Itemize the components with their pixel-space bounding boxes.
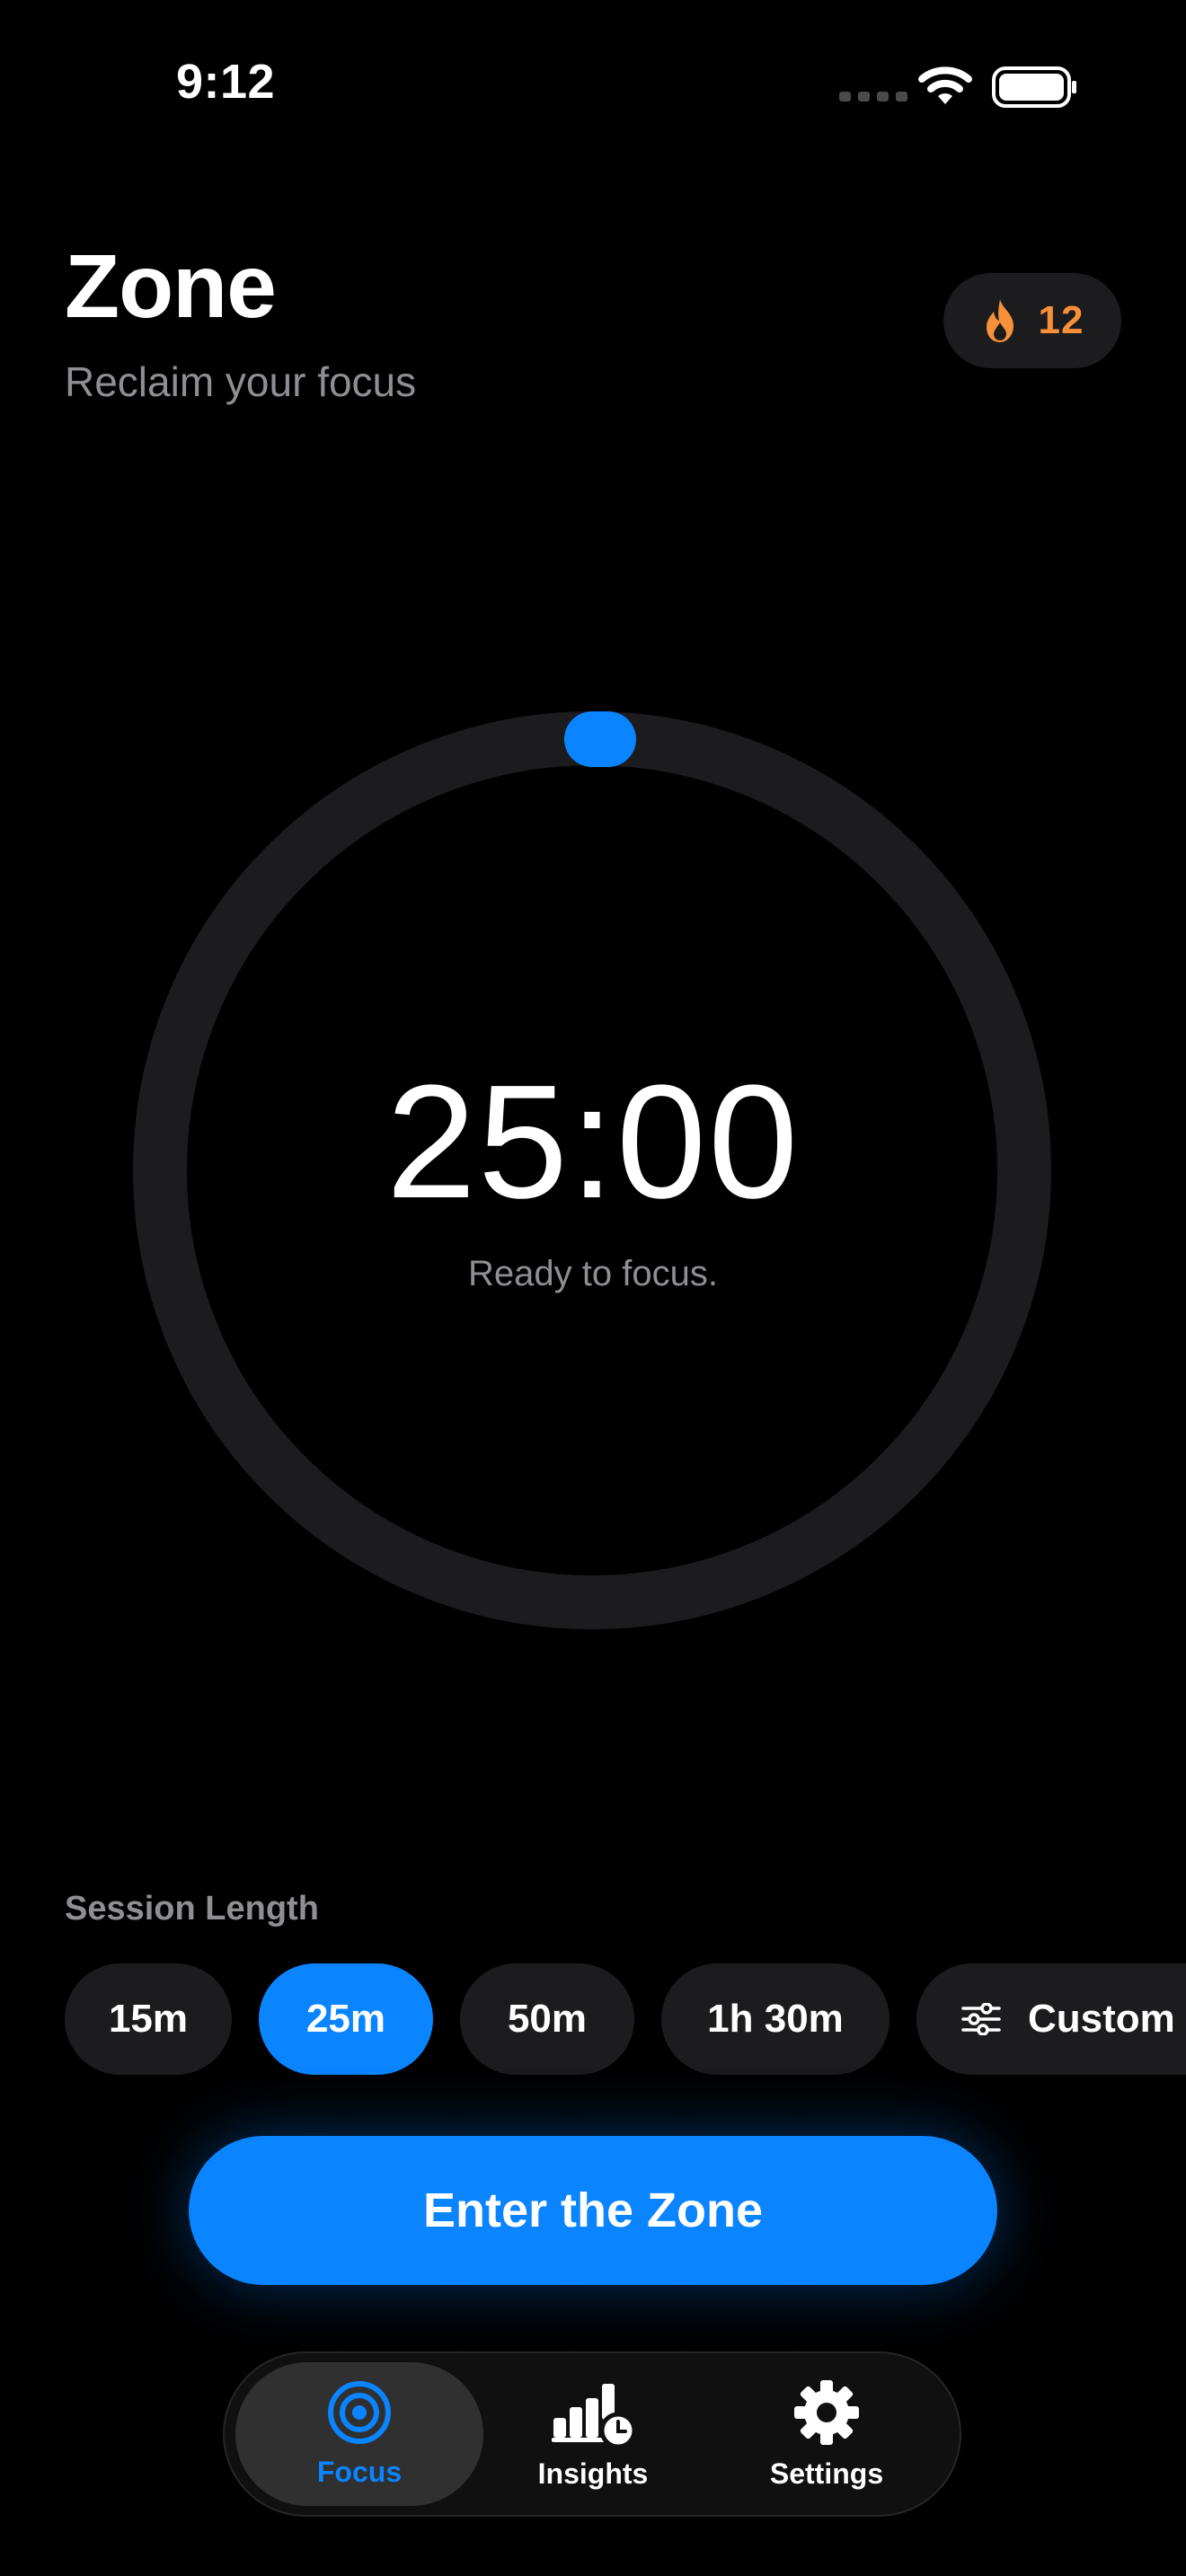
tab-label: Insights bbox=[537, 2457, 649, 2490]
tab-focus[interactable]: Focus bbox=[235, 2362, 483, 2506]
tab-bar: Focus Insights Settings bbox=[223, 2351, 961, 2517]
streak-count: 12 bbox=[1038, 298, 1084, 342]
timer-progress-handle[interactable] bbox=[564, 711, 636, 767]
tab-label: Settings bbox=[769, 2457, 884, 2490]
session-option-50m[interactable]: 50m bbox=[460, 1963, 634, 2075]
page-title: Zone bbox=[65, 236, 277, 337]
target-icon bbox=[328, 2380, 391, 2444]
session-option-1h30m[interactable]: 1h 30m bbox=[661, 1963, 890, 2075]
cellular-signal-icon bbox=[839, 92, 907, 101]
tab-label: Focus bbox=[316, 2455, 403, 2488]
sliders-icon bbox=[961, 2003, 1001, 2035]
battery-icon bbox=[992, 66, 1076, 108]
status-time: 9:12 bbox=[176, 55, 276, 109]
session-option-label: 50m bbox=[507, 1997, 588, 2041]
flame-icon bbox=[986, 299, 1013, 342]
session-length-label: Session Length bbox=[65, 1890, 319, 1928]
session-option-label: 25m bbox=[305, 1997, 386, 2041]
timer-display: 25:00 bbox=[385, 1052, 801, 1232]
session-option-label: 15m bbox=[108, 1997, 189, 2041]
enter-zone-button[interactable]: Enter the Zone bbox=[189, 2136, 997, 2285]
tab-insights[interactable]: Insights bbox=[469, 2362, 717, 2506]
enter-zone-label: Enter the Zone bbox=[422, 2183, 764, 2237]
chart-clock-icon bbox=[552, 2383, 636, 2447]
tab-settings[interactable]: Settings bbox=[703, 2362, 951, 2506]
session-option-label: 1h 30m bbox=[707, 1997, 844, 2041]
session-option-label: Custom bbox=[1028, 1997, 1175, 2041]
streak-badge[interactable]: 12 bbox=[943, 273, 1121, 368]
session-option-15m[interactable]: 15m bbox=[65, 1963, 232, 2075]
page-subtitle: Reclaim your focus bbox=[65, 358, 417, 405]
session-option-25m[interactable]: 25m bbox=[259, 1963, 433, 2075]
session-option-custom[interactable]: Custom bbox=[916, 1963, 1186, 2075]
wifi-icon bbox=[918, 66, 972, 104]
timer-status: Ready to focus. bbox=[468, 1254, 718, 1293]
focus-screen: 9:12 Zone Reclaim your focus 12 25:00 Re… bbox=[0, 0, 1186, 2576]
gear-icon bbox=[794, 2379, 859, 2445]
